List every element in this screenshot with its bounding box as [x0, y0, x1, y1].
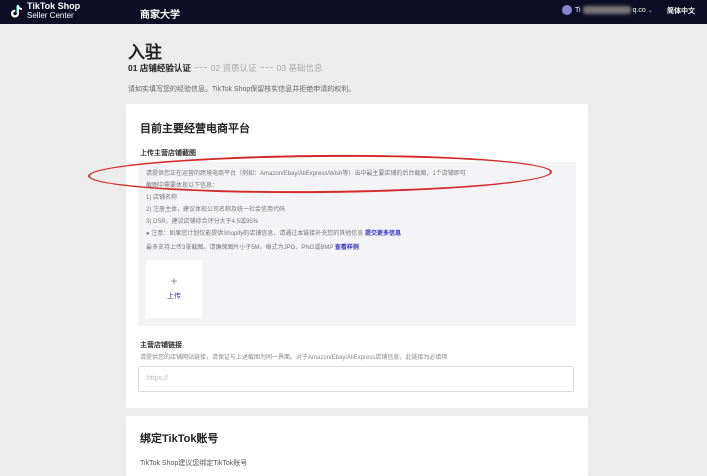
- onboarding-steps: 01 店铺经验认证 02 资质认证 03 基础信息: [128, 62, 322, 74]
- bind-tiktok-subtitle: TikTok Shop建议您绑定TikTok账号: [140, 460, 248, 467]
- user-avatar: [562, 5, 572, 15]
- nav-merchant-university[interactable]: 商家大学: [140, 6, 180, 21]
- view-example-link[interactable]: 查看样例: [335, 245, 359, 251]
- step-divider: [194, 67, 207, 69]
- upload-limit-note: 最多支持上传3张截图。请确保图片小于5M，格式为JPG、PNG或BMP 查看样例: [146, 242, 359, 251]
- upload-button[interactable]: + 上传: [146, 260, 202, 318]
- submit-more-info-link[interactable]: 提交更多信息: [365, 231, 401, 237]
- upload-label: 上传: [167, 293, 181, 300]
- shopify-note-text: ● 注意：如果您计划仅能提供Shopify的店铺信息，请通过本链接补充您的其他信…: [146, 231, 364, 237]
- store-link-label: 主营店铺链接: [140, 342, 182, 349]
- card-title: 绑定TikTok账号: [140, 433, 219, 445]
- store-link-input[interactable]: https://: [138, 366, 574, 392]
- logo-line-1: TikTok Shop: [27, 1, 81, 11]
- language-selector[interactable]: 简体中文: [667, 6, 695, 16]
- shopify-note: ● 注意：如果您计划仅能提供Shopify的店铺信息，请通过本链接补充您的其他信…: [146, 228, 401, 237]
- logo-line-2: Seller Center: [27, 11, 74, 20]
- account-menu[interactable]: Ti q.co ⌄: [562, 5, 653, 15]
- redacted-email: [582, 6, 631, 14]
- step-2: 02 资质认证: [210, 63, 257, 73]
- requirement-line: 3) DSR，建议店铺综合评分大于4.5或95%: [146, 219, 259, 225]
- account-email-suffix: q.co: [632, 6, 646, 14]
- tiktok-note-icon: [11, 5, 22, 18]
- account-email-prefix: Ti: [575, 6, 581, 14]
- bind-tiktok-card: 绑定TikTok账号 TikTok Shop建议您绑定TikTok账号: [126, 416, 588, 476]
- store-link-placeholder: https://: [147, 375, 169, 382]
- chevron-down-icon: ⌄: [647, 7, 653, 14]
- top-navigation-bar: TikTok Shop Seller Center 商家大学 Ti q.co ⌄…: [0, 0, 707, 24]
- tiktok-shop-logo[interactable]: TikTok Shop Seller Center: [10, 2, 80, 20]
- upload-limit-text: 最多支持上传3张截图。请确保图片小于5M，格式为JPG、PNG或BMP: [146, 245, 334, 251]
- main-platform-card: 目前主要经营电商平台 上传主营店铺截图 请提供您正在运营的跨境电商平台（例如：A…: [126, 104, 588, 408]
- plus-icon: +: [170, 274, 178, 288]
- step-3: 03 基础信息: [276, 63, 323, 73]
- requirement-line: 2) 注册主体，建议体现公司名称及统一社会信用代码: [146, 207, 286, 213]
- upload-screenshot-label: 上传主营店铺截图: [140, 150, 196, 157]
- page-title: 入驻: [128, 43, 162, 62]
- requirement-line: 1) 店铺名称: [146, 195, 178, 201]
- language-label: 简体中文: [667, 8, 695, 15]
- card-title: 目前主要经营电商平台: [140, 123, 250, 135]
- intro-text: 请如实填写您的经验信息。TikTok Shop保留核实信息并拒绝申请的权利。: [128, 86, 356, 93]
- step-divider: [260, 67, 273, 69]
- step-1: 01 店铺经验认证: [128, 63, 191, 73]
- store-link-help: 请提供您的店铺网站链接，请保证与上述截图为同一界面。对于Amazon/Ebay/…: [140, 355, 448, 361]
